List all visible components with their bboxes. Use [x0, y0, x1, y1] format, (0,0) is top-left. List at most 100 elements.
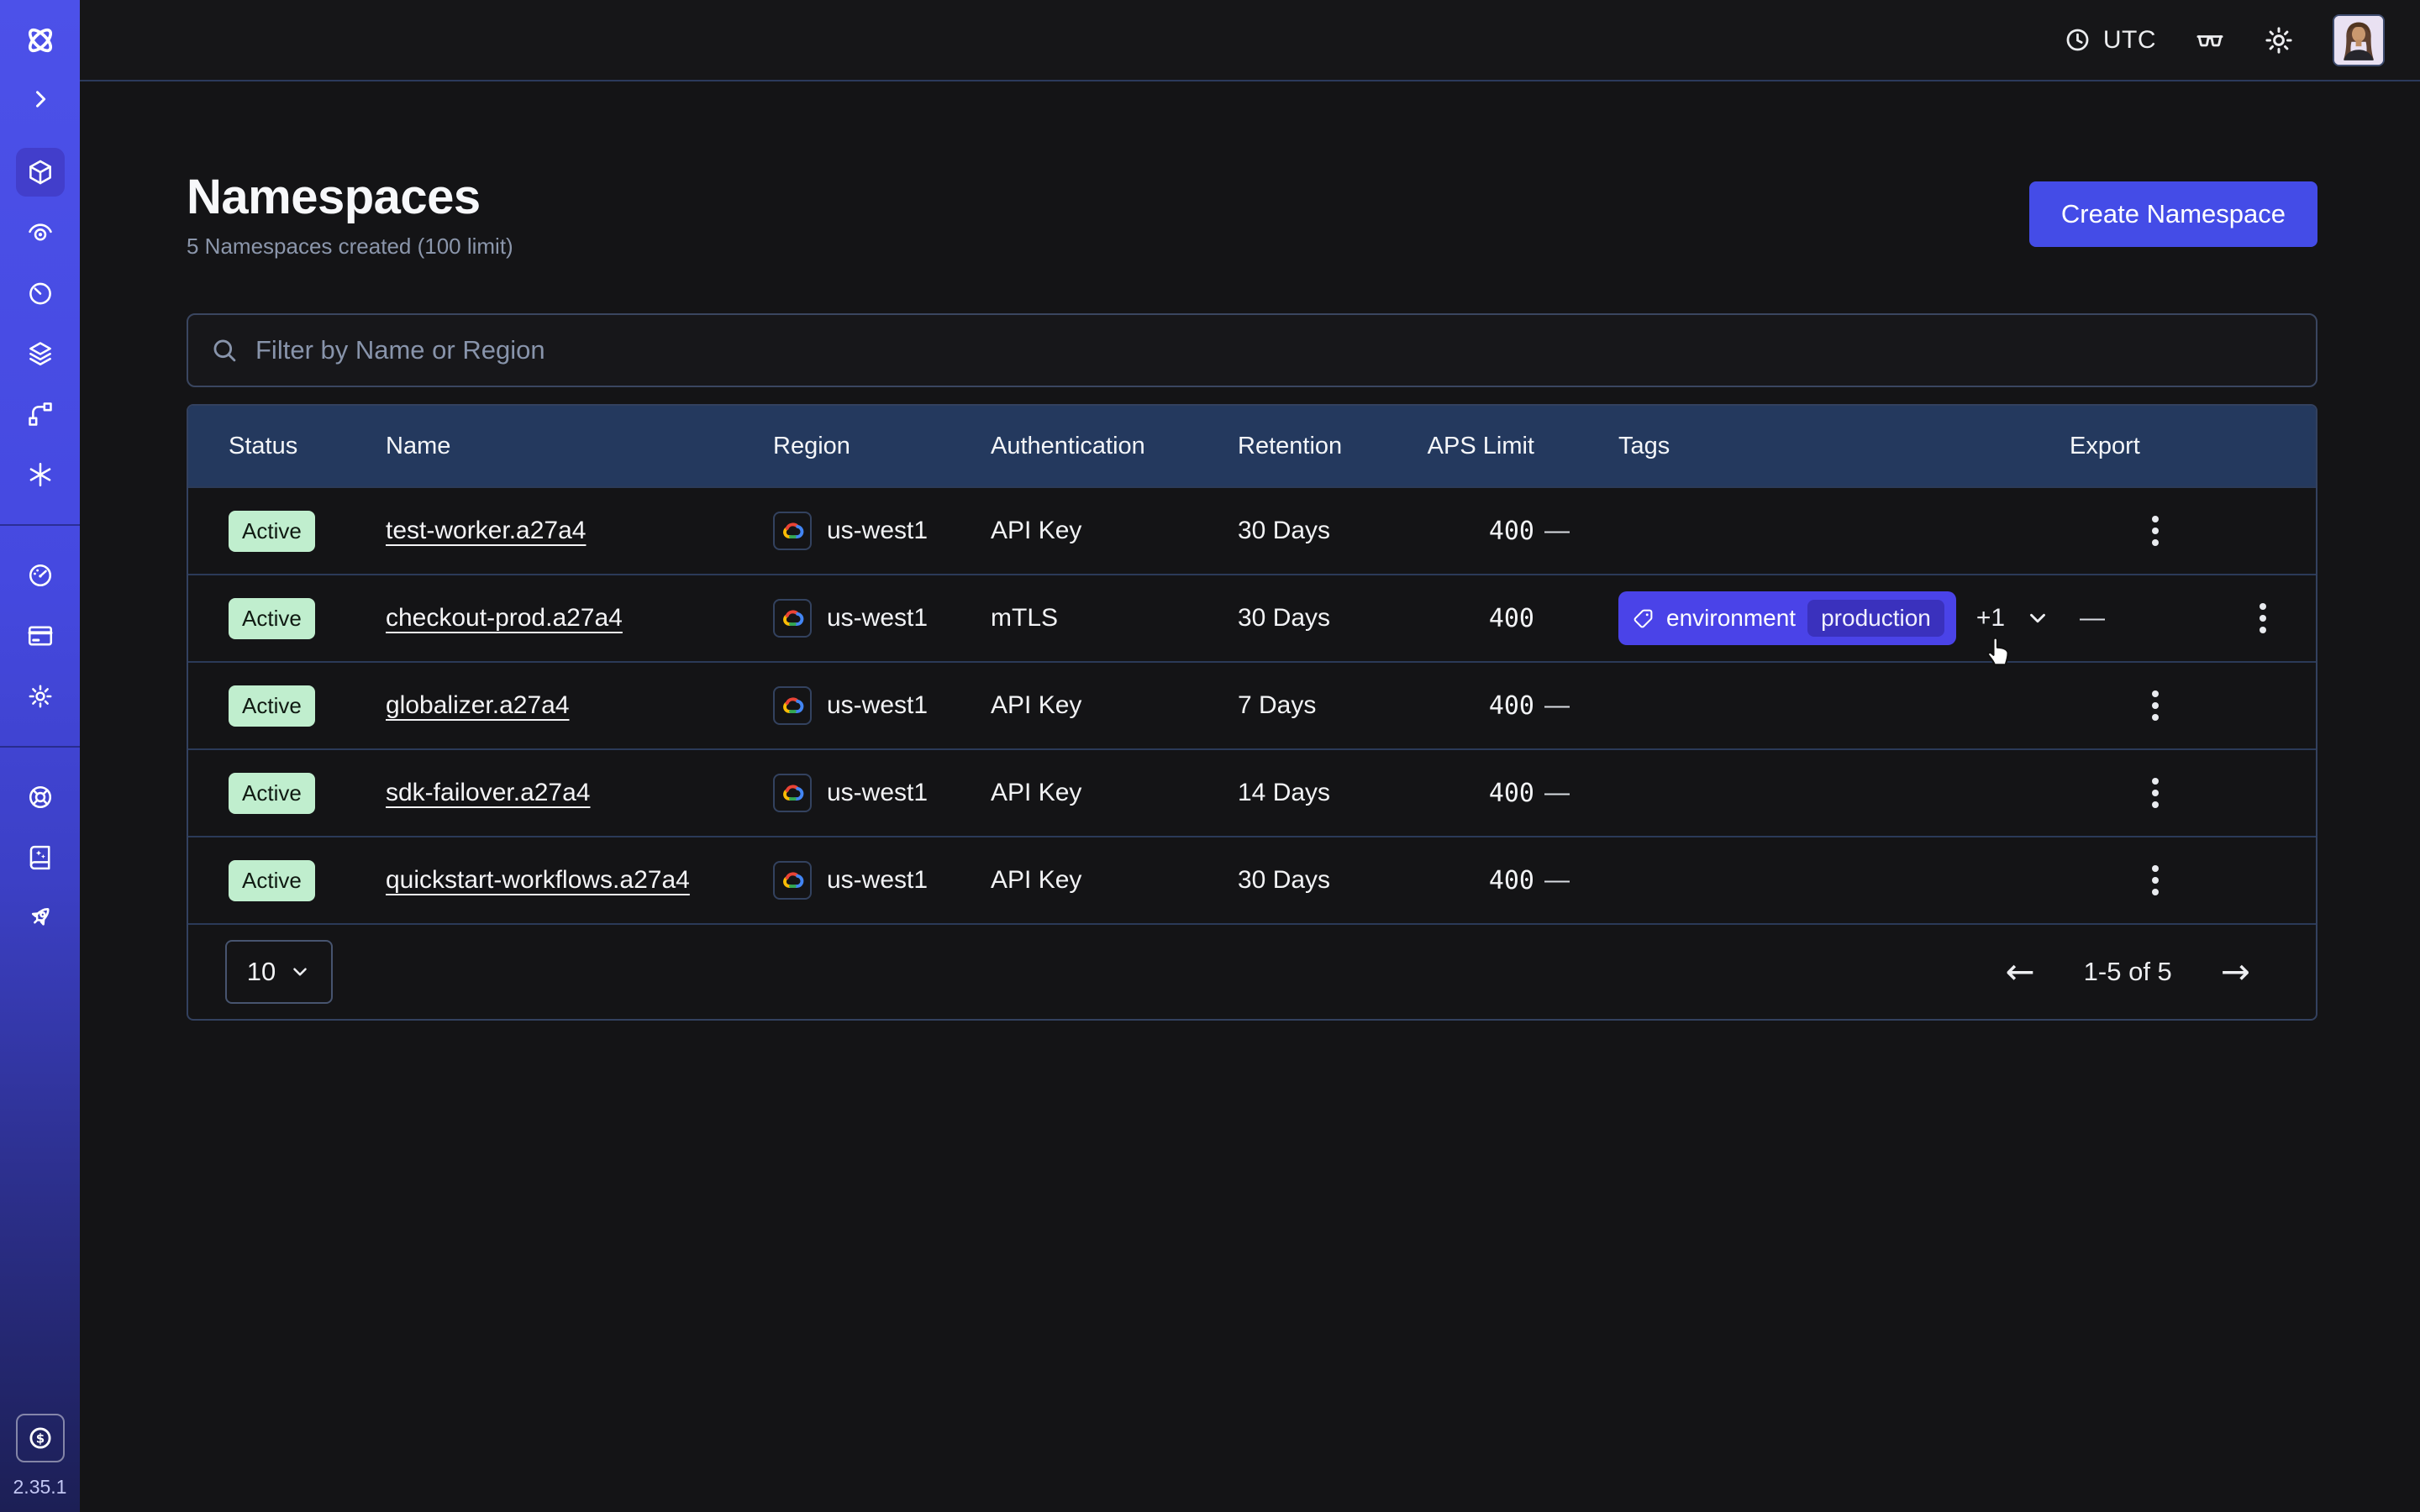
money-badge-icon[interactable]: $ — [16, 1414, 65, 1462]
sidebar: $ 2.35.1 — [0, 0, 80, 1512]
status-badge: Active — [229, 773, 315, 814]
sidebar-nav — [0, 148, 80, 942]
namespace-link[interactable]: sdk-failover.a27a4 — [386, 779, 591, 807]
sidebar-item-namespaces[interactable] — [16, 148, 65, 197]
user-avatar[interactable] — [2333, 14, 2385, 66]
timezone-selector[interactable]: UTC — [2064, 26, 2156, 55]
sidebar-item-docs[interactable] — [16, 833, 65, 882]
export-cell: — — [2070, 604, 2240, 633]
namespaces-table: Status Name Region Authentication Retent… — [187, 404, 2317, 1021]
col-retention: Retention — [1238, 433, 1407, 460]
create-namespace-button[interactable]: Create Namespace — [2029, 181, 2317, 247]
temporal-logo-icon[interactable] — [22, 22, 59, 59]
topbar: UTC — [80, 0, 2420, 81]
aps-limit-cell: 400 — [1407, 517, 1534, 546]
sidebar-item-schedules[interactable] — [16, 269, 65, 318]
book-icon — [26, 843, 55, 872]
page-size-select[interactable]: 10 — [225, 940, 333, 1004]
lifebuoy-icon — [26, 783, 55, 811]
authentication-cell: API Key — [991, 779, 1238, 807]
table-row: Active sdk-failover.a27a4 us-west1 API K… — [188, 748, 2316, 836]
status-badge: Active — [229, 511, 315, 552]
sidebar-item-integrations[interactable] — [16, 450, 65, 499]
region-label: us-west1 — [827, 866, 928, 895]
region-cell: us-west1 — [773, 512, 991, 550]
sidebar-item-getting-started[interactable] — [16, 894, 65, 942]
region-cell: us-west1 — [773, 599, 991, 638]
tag-icon — [1632, 607, 1655, 630]
layers-icon — [26, 339, 55, 368]
page-size-value: 10 — [247, 957, 276, 987]
page-title: Namespaces — [187, 169, 513, 225]
authentication-cell: API Key — [991, 691, 1238, 720]
tag-more-count: +1 — [1976, 604, 2005, 633]
export-cell: — — [1534, 866, 2070, 895]
region-cell: us-west1 — [773, 686, 991, 725]
gear-icon — [26, 682, 55, 711]
row-kebab-menu-icon[interactable] — [2144, 857, 2167, 904]
filter-input[interactable] — [255, 335, 2294, 365]
filter-bar — [187, 313, 2317, 387]
col-export: Export — [2070, 433, 2240, 460]
tag-chip[interactable]: environment production — [1618, 591, 1956, 645]
sun-theme-icon[interactable] — [2264, 25, 2294, 55]
clock-dial-icon — [26, 279, 55, 307]
row-kebab-menu-icon[interactable] — [2144, 682, 2167, 729]
namespace-link[interactable]: quickstart-workflows.a27a4 — [386, 866, 690, 895]
sidebar-item-settings[interactable] — [16, 672, 65, 721]
credit-card-icon — [26, 622, 55, 650]
col-tags: Tags — [1534, 433, 2070, 460]
region-label: us-west1 — [827, 779, 928, 807]
sidebar-item-insights[interactable] — [16, 208, 65, 257]
gcp-icon — [773, 512, 812, 550]
gcp-icon — [773, 599, 812, 638]
branch-icon — [26, 400, 55, 428]
region-label: us-west1 — [827, 691, 928, 720]
sidebar-item-usage[interactable] — [16, 551, 65, 600]
tags-chevron-down-icon[interactable] — [2025, 606, 2050, 631]
aps-limit-cell: 400 — [1407, 691, 1534, 721]
row-kebab-menu-icon[interactable] — [2251, 595, 2275, 642]
aps-limit-cell: 400 — [1407, 604, 1534, 633]
tag-value: production — [1807, 600, 1944, 637]
namespace-link[interactable]: checkout-prod.a27a4 — [386, 604, 623, 633]
authentication-cell: mTLS — [991, 604, 1238, 633]
region-label: us-west1 — [827, 517, 928, 545]
sidebar-item-stacks[interactable] — [16, 329, 65, 378]
region-cell: us-west1 — [773, 861, 991, 900]
table-row: Active globalizer.a27a4 us-west1 API Key… — [188, 661, 2316, 748]
status-badge: Active — [229, 860, 315, 901]
col-authentication: Authentication — [991, 433, 1238, 460]
sidebar-item-support[interactable] — [16, 773, 65, 822]
table-row: Active quickstart-workflows.a27a4 us-wes… — [188, 836, 2316, 923]
sidebar-divider — [0, 746, 80, 748]
clock-icon — [2064, 26, 2091, 54]
search-icon — [210, 336, 239, 365]
col-region: Region — [773, 433, 991, 460]
previous-page-arrow-left-icon[interactable]: ← — [2005, 954, 2034, 990]
page-header: Namespaces 5 Namespaces created (100 lim… — [187, 169, 2317, 260]
sidebar-item-connections[interactable] — [16, 390, 65, 438]
table-row: Active checkout-prod.a27a4 us-west1 mTLS… — [188, 574, 2316, 661]
gcp-icon — [773, 686, 812, 725]
row-kebab-menu-icon[interactable] — [2144, 507, 2167, 554]
rocket-icon — [26, 904, 55, 932]
cube-icon — [26, 158, 55, 186]
row-kebab-menu-icon[interactable] — [2144, 769, 2167, 816]
glasses-icon[interactable] — [2195, 25, 2225, 55]
retention-cell: 30 Days — [1238, 866, 1407, 895]
sidebar-expand-chevron-right-icon[interactable] — [29, 87, 52, 111]
pagination-range: 1-5 of 5 — [2084, 957, 2172, 987]
authentication-cell: API Key — [991, 866, 1238, 895]
export-cell: — — [1534, 517, 2070, 545]
next-page-arrow-right-icon[interactable]: → — [2221, 954, 2250, 990]
region-cell: us-west1 — [773, 774, 991, 812]
export-cell: — — [1534, 691, 2070, 720]
export-cell: — — [1534, 779, 2070, 807]
namespace-link[interactable]: test-worker.a27a4 — [386, 517, 586, 545]
status-badge: Active — [229, 598, 315, 639]
namespace-link[interactable]: globalizer.a27a4 — [386, 691, 570, 720]
status-badge: Active — [229, 685, 315, 727]
sidebar-item-billing[interactable] — [16, 612, 65, 660]
timezone-label: UTC — [2103, 26, 2156, 55]
